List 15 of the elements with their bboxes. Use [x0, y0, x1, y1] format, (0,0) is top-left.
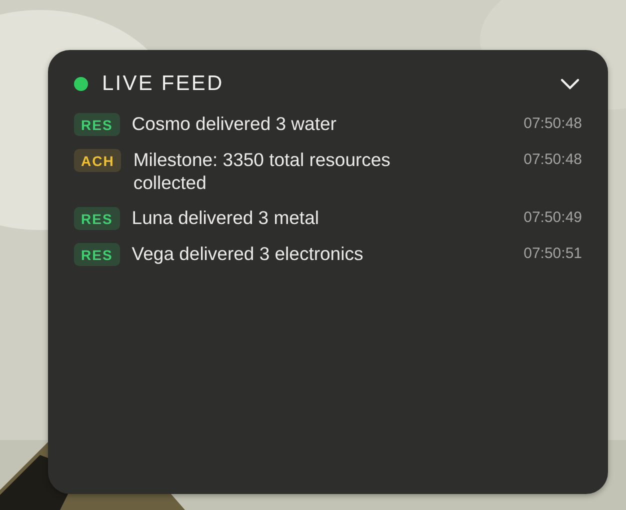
collapse-button[interactable]	[558, 76, 582, 92]
event-message: Luna delivered 3 metal	[132, 206, 320, 229]
chevron-icon	[560, 78, 580, 90]
event-time: 07:50:48	[522, 115, 582, 132]
event-time: 07:50:48	[522, 151, 582, 168]
event-type-badge: RES	[74, 243, 120, 266]
panel-title: LIVE FEED	[102, 72, 225, 96]
event-message: Cosmo delivered 3 water	[132, 112, 338, 135]
event-type-badge: RES	[74, 207, 120, 230]
event-message: Vega delivered 3 electronics	[132, 242, 364, 265]
event-type-badge: ACH	[74, 149, 122, 172]
event-time: 07:50:49	[522, 209, 582, 226]
event-time: 07:50:51	[522, 245, 582, 262]
event-type-badge: RES	[74, 113, 120, 136]
event-message: Milestone: 3350 total resources collected	[133, 148, 392, 194]
